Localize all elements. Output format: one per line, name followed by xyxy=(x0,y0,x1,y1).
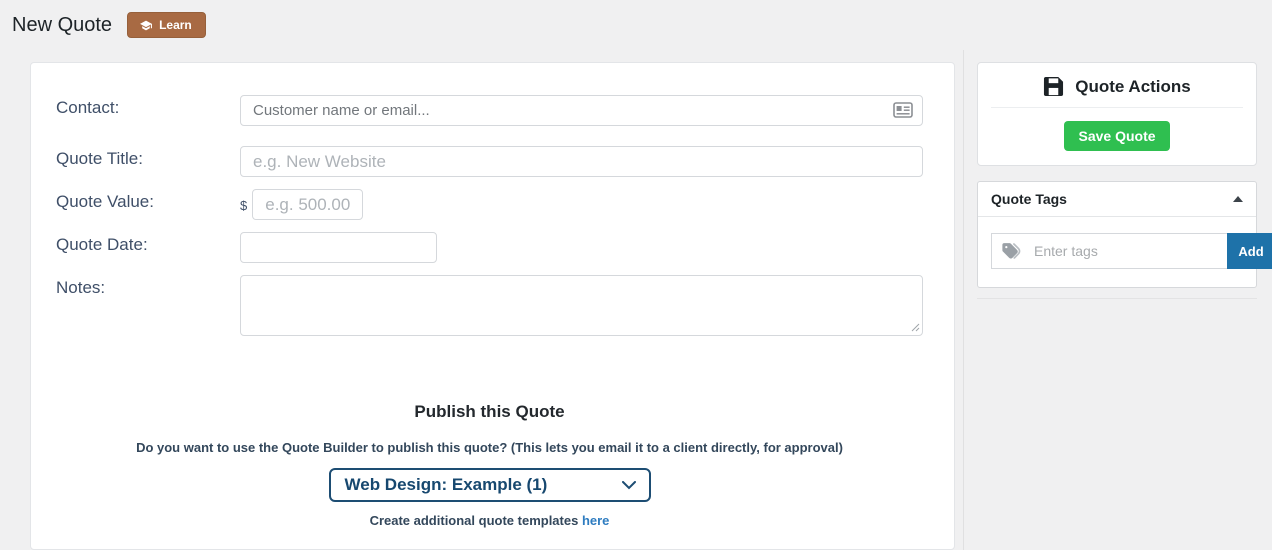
create-templates-text: Create additional quote templates xyxy=(369,513,579,528)
quote-tags-title: Quote Tags xyxy=(991,191,1067,207)
add-tag-button[interactable]: Add xyxy=(1227,233,1272,269)
enter-tags-input[interactable] xyxy=(1032,242,1217,260)
sidebar: Quote Actions Save Quote Quote Tags Ente… xyxy=(977,62,1272,299)
quote-title-field xyxy=(240,146,923,177)
page-title: New Quote xyxy=(12,13,113,36)
quote-actions-header: Quote Actions xyxy=(978,63,1256,107)
currency-symbol: $ xyxy=(240,198,248,213)
new-quote-page: New Quote Learn Contact: Customer name o… xyxy=(0,0,1272,550)
collapse-toggle-icon[interactable] xyxy=(1233,196,1243,202)
notes-label: Notes: xyxy=(56,278,106,297)
sidebar-divider-line xyxy=(977,298,1257,299)
create-templates-line: Create additional quote templates here xyxy=(56,513,923,528)
quote-title-row: Quote Title: xyxy=(56,146,923,177)
quote-date-label: Quote Date: xyxy=(56,235,148,254)
save-disk-icon xyxy=(1043,76,1064,97)
quote-tags-header[interactable]: Quote Tags xyxy=(978,182,1256,217)
contact-row: Contact: xyxy=(56,95,923,126)
publish-question: Do you want to use the Quote Builder to … xyxy=(136,440,843,455)
graduation-cap-icon xyxy=(139,19,153,32)
notes-textarea[interactable] xyxy=(240,275,923,336)
quote-tags-body: Add xyxy=(978,217,1272,287)
tag-input-row: Add xyxy=(991,233,1272,269)
form-area: Contact: Quote Title: xyxy=(31,63,954,528)
chevron-down-icon xyxy=(621,480,636,490)
quote-value-label: Quote Value: xyxy=(56,192,154,211)
quote-value-input[interactable] xyxy=(252,189,364,220)
quote-actions-title: Quote Actions xyxy=(1075,76,1191,96)
quote-template-select[interactable]: Web Design: Example (1) xyxy=(328,468,651,502)
contact-label: Contact: xyxy=(56,98,120,117)
contact-field xyxy=(240,95,923,126)
notes-field xyxy=(240,275,923,336)
publish-section: Publish this Quote Do you want to use th… xyxy=(56,402,923,528)
quote-date-input[interactable] xyxy=(240,232,437,263)
quote-value-row: Quote Value: $ xyxy=(56,189,923,220)
quote-title-input[interactable] xyxy=(240,146,923,177)
topbar: New Quote Learn xyxy=(12,12,206,38)
save-quote-button[interactable]: Save Quote xyxy=(1064,121,1170,151)
column-divider xyxy=(963,50,964,550)
notes-row: Notes: xyxy=(56,275,923,336)
tags-icon xyxy=(1002,242,1023,260)
contact-input[interactable] xyxy=(240,95,923,126)
learn-button[interactable]: Learn xyxy=(127,12,206,38)
quote-date-field xyxy=(240,232,923,263)
create-templates-link[interactable]: here xyxy=(582,513,609,528)
selected-template-label: Web Design: Example (1) xyxy=(344,475,548,494)
contact-card-icon xyxy=(893,102,913,118)
quote-title-label: Quote Title: xyxy=(56,149,143,168)
learn-button-label: Learn xyxy=(159,18,192,32)
quote-actions-card: Quote Actions Save Quote xyxy=(977,62,1257,166)
quote-date-row: Quote Date: xyxy=(56,232,923,263)
publish-heading: Publish this Quote xyxy=(414,402,565,421)
quote-actions-divider xyxy=(991,107,1243,108)
quote-value-field: $ xyxy=(240,189,923,220)
new-quote-form-panel: Contact: Quote Title: xyxy=(30,62,955,550)
quote-tags-card: Quote Tags Add xyxy=(977,181,1272,288)
tag-input-wrap xyxy=(991,233,1227,269)
